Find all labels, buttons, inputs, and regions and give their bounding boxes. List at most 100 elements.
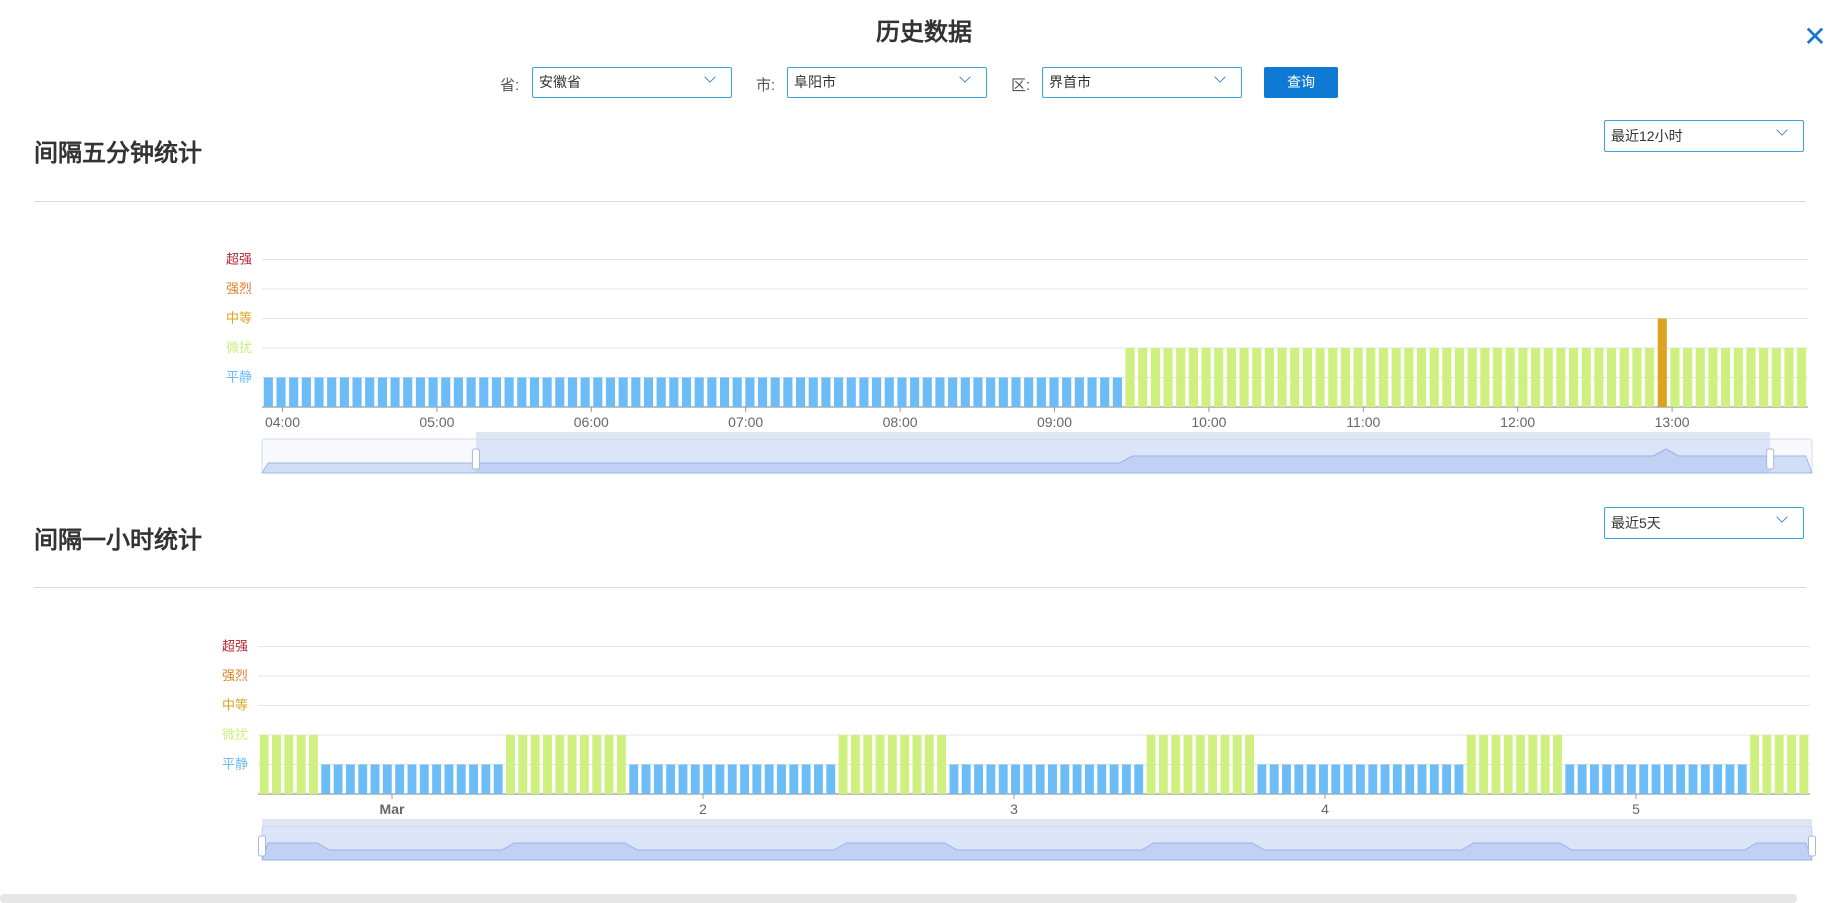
bar (1239, 348, 1249, 407)
bar (1183, 735, 1193, 794)
datazoom-move-bar[interactable] (262, 819, 1812, 826)
bar (555, 735, 565, 794)
bar (1466, 735, 1476, 794)
y-tick-label: 超强 (222, 639, 248, 654)
bar (1404, 348, 1414, 407)
bar (1787, 735, 1796, 794)
bar (834, 377, 844, 407)
bar (518, 735, 528, 794)
bar (593, 377, 603, 407)
x-tick-label: 06:00 (574, 414, 609, 430)
bar (327, 377, 337, 407)
horizontal-scrollbar[interactable] (0, 894, 1797, 903)
range-select-hour[interactable]: 最近5天 (1604, 507, 1804, 539)
bar (1614, 764, 1624, 794)
bar (365, 377, 375, 407)
bar (1195, 735, 1205, 794)
bar (1201, 348, 1211, 407)
bar (1503, 735, 1513, 794)
bar (370, 764, 380, 794)
y-tick-label: 微扰 (226, 340, 252, 355)
bar (444, 764, 454, 794)
bar (1695, 348, 1705, 407)
bar (358, 764, 368, 794)
bar (732, 377, 742, 407)
query-button[interactable]: 查询 (1264, 67, 1338, 98)
bar (377, 377, 387, 407)
bar (1150, 348, 1160, 407)
bar (1759, 348, 1769, 407)
bar (1416, 348, 1427, 407)
bar (694, 377, 704, 407)
bar (407, 764, 417, 794)
bar (1725, 764, 1735, 794)
bar (1639, 764, 1649, 794)
range-select-5min[interactable]: 最近12小时 (1604, 120, 1804, 152)
bar (1607, 348, 1617, 407)
bar (1074, 377, 1084, 407)
bar (543, 735, 552, 794)
bar (631, 377, 641, 407)
bar (757, 377, 768, 407)
datazoom-handle-right[interactable] (1808, 835, 1816, 857)
bar (1049, 377, 1059, 407)
bar (1417, 764, 1427, 794)
bar (986, 377, 996, 407)
bar (542, 377, 552, 407)
bar (1302, 348, 1313, 407)
bar (1343, 764, 1353, 794)
bar (1602, 764, 1612, 794)
bar (493, 764, 503, 794)
bar (517, 377, 527, 407)
bar (745, 377, 755, 407)
datazoom-move-bar[interactable] (475, 432, 1771, 439)
bar (777, 764, 786, 794)
bar (1391, 348, 1401, 407)
province-value: 安徽省 (539, 74, 581, 90)
bar (1733, 348, 1743, 407)
bar (719, 377, 730, 407)
bar (1378, 348, 1389, 407)
datazoom-handle-right[interactable] (1766, 448, 1775, 470)
bar (1353, 348, 1363, 407)
bar (555, 377, 565, 407)
bar (481, 764, 491, 794)
close-icon[interactable]: ✕ (1800, 22, 1830, 52)
bar (1750, 735, 1760, 794)
bar (1442, 348, 1452, 407)
bar (469, 764, 478, 794)
section2-divider (34, 587, 1806, 588)
bar (1328, 348, 1338, 407)
province-select[interactable]: 安徽省 (532, 67, 732, 98)
bar (1645, 348, 1655, 407)
district-select[interactable]: 界首市 (1042, 67, 1242, 98)
bar (321, 764, 331, 794)
datazoom-handle-left[interactable] (471, 448, 480, 470)
bar (1491, 735, 1501, 794)
bar (1683, 348, 1693, 407)
bar (872, 377, 882, 407)
datazoom-selection[interactable] (475, 439, 1771, 473)
bar (390, 377, 400, 407)
bar (1208, 735, 1218, 794)
bar (1163, 348, 1173, 407)
datazoom-selection[interactable] (262, 826, 1812, 860)
bar (1530, 348, 1541, 407)
city-select[interactable]: 阜阳市 (787, 67, 987, 98)
bar (1713, 764, 1723, 794)
bar (1492, 348, 1503, 407)
bar (339, 377, 349, 407)
bar (715, 764, 725, 794)
bar (567, 735, 577, 794)
bar (530, 735, 540, 794)
bar (1556, 348, 1566, 407)
bar (949, 764, 959, 794)
bar (808, 377, 818, 407)
bar (1368, 764, 1378, 794)
bar (1100, 377, 1110, 407)
bar (1294, 764, 1304, 794)
bar (1035, 764, 1045, 794)
province-label: 省: (500, 77, 520, 94)
datazoom-handle-left[interactable] (258, 835, 266, 857)
chevron-down-icon (704, 71, 716, 83)
